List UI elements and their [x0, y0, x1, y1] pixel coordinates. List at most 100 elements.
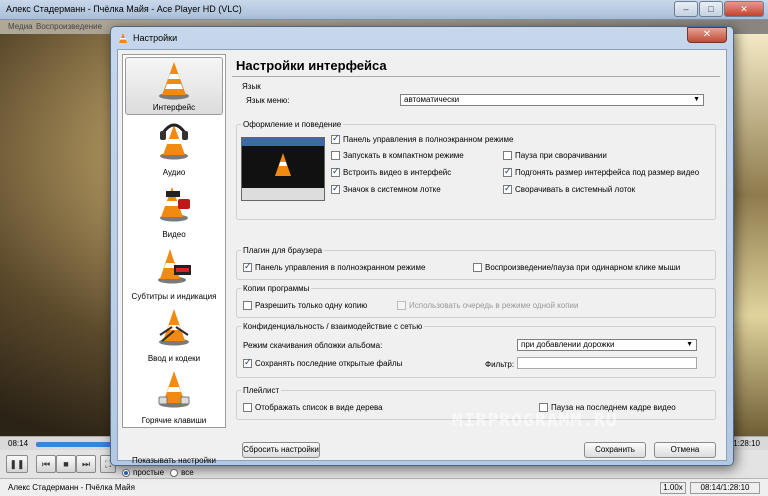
playlist-tree-checkbox[interactable]: Отображать список в виде дерева: [243, 403, 383, 413]
save-button[interactable]: Сохранить: [584, 442, 646, 458]
option-label: Использовать очередь в режиме одной копи…: [409, 301, 579, 310]
vlc-cone-icon: [275, 153, 291, 176]
option-label: Встроить видео в интерфейс: [343, 168, 452, 177]
option-label: Воспроизведение/пауза при одинарном клик…: [485, 263, 681, 272]
filter-input[interactable]: [517, 357, 697, 369]
status-bar: Алекс Стадерманн - Пчёлка Майя 1.00x 08:…: [0, 478, 768, 496]
menu-playback[interactable]: Воспроизведение: [36, 22, 102, 31]
vlc-cone-icon: [119, 33, 127, 43]
option-label: Отображать список в виде дерева: [255, 403, 383, 412]
dialog-body: Интерфейс Аудио Видео Субтитры и индикац…: [117, 49, 727, 477]
browser-plugin-group: Плагин для браузера Панель управления в …: [236, 246, 716, 280]
option-label: Панель управления в полноэкранном режиме: [343, 135, 514, 144]
look-option-embed-video[interactable]: Встроить видео в интерфейс: [331, 166, 452, 178]
reset-settings-button[interactable]: Сбросить настройки: [242, 442, 320, 458]
category-audio[interactable]: Аудио: [123, 117, 225, 179]
option-label: Подгонять размер интерфейса под размер в…: [515, 168, 700, 177]
hotkeys-cone-icon: [158, 371, 190, 408]
player-titlebar: Алекс Стадерманн - Пчёлка Майя - Ace Pla…: [0, 0, 768, 20]
language-value: автоматически: [404, 95, 460, 104]
menu-media[interactable]: Медиа: [8, 22, 33, 31]
option-label: Пауза при сворачивании: [515, 151, 607, 160]
show-all-label: все: [181, 468, 194, 477]
browser-click-pause-checkbox[interactable]: Воспроизведение/пауза при одинарном клик…: [473, 263, 681, 273]
playlist-group-title: Плейлист: [241, 386, 282, 395]
privacy-group: Конфиденциальность / взаимодействие с се…: [236, 322, 716, 378]
category-label: Субтитры и индикация: [131, 292, 217, 301]
instances-group-title: Копии программы: [241, 284, 312, 293]
category-interface[interactable]: Интерфейс: [125, 57, 223, 115]
show-all-radio[interactable]: все: [170, 468, 194, 477]
option-label: Сохранять последние открытые файлы: [255, 359, 403, 368]
chevron-down-icon: ▼: [693, 96, 700, 103]
status-text: Алекс Стадерманн - Пчёлка Майя: [8, 483, 135, 492]
category-label: Видео: [162, 230, 186, 239]
option-label: Запускать в компактном режиме: [343, 151, 464, 160]
album-art-label: Режим скачивания обложки альбома:: [243, 341, 383, 350]
dialog-title: Настройки: [133, 33, 178, 43]
option-label: Сворачивать в системный лоток: [515, 185, 636, 194]
one-instance-checkbox[interactable]: Разрешить только одну копию: [243, 301, 368, 311]
interface-settings-panel: Настройки интерфейса Язык Язык меню: авт…: [232, 54, 720, 428]
video-cone-icon: [160, 187, 190, 222]
player-title: Алекс Стадерманн - Пчёлка Майя - Ace Pla…: [6, 4, 242, 14]
show-simple-radio[interactable]: простые: [122, 468, 164, 477]
instances-group: Копии программы Разрешить только одну ко…: [236, 284, 716, 318]
category-video[interactable]: Видео: [123, 179, 225, 241]
stop-button[interactable]: ■: [56, 455, 76, 473]
category-hotkeys[interactable]: Горячие клавиши: [123, 365, 225, 427]
category-label: Горячие клавиши: [141, 416, 207, 425]
subtitles-cone-icon: [158, 249, 191, 284]
album-art-value: при добавлении дорожки: [521, 340, 615, 349]
album-art-select[interactable]: при добавлении дорожки ▼: [517, 339, 697, 351]
browser-fullscreen-panel-checkbox[interactable]: Панель управления в полноэкранном режиме: [243, 261, 426, 273]
show-simple-label: простые: [133, 468, 165, 477]
audio-cone-icon: [160, 123, 188, 160]
look-option-pause-minimize[interactable]: Пауза при сворачивании: [503, 151, 607, 161]
language-select[interactable]: автоматически ▼: [400, 94, 704, 106]
option-label: Панель управления в полноэкранном режиме: [255, 263, 426, 272]
interface-cone-icon: [159, 62, 189, 100]
category-label: Ввод и кодеки: [147, 354, 201, 363]
language-group: Язык Язык меню: автоматически ▼: [236, 82, 716, 106]
look-group-title: Оформление и поведение: [241, 120, 344, 129]
maximize-icon[interactable]: □: [699, 1, 723, 17]
recent-files-checkbox[interactable]: Сохранять последние открытые файлы: [243, 357, 403, 369]
language-group-title: Язык: [240, 82, 263, 91]
time-status: 08:14/1:28:10: [690, 482, 760, 494]
language-label: Язык меню:: [246, 96, 290, 105]
pause-button[interactable]: ❚❚: [6, 455, 28, 473]
settings-dialog: Настройки ✕ Интерфейс Аудио Видео Субтит…: [110, 26, 734, 477]
option-label: Значок в системном лотке: [343, 185, 441, 194]
minimize-icon[interactable]: –: [674, 1, 698, 17]
panel-title: Настройки интерфейса: [236, 58, 387, 73]
cancel-button[interactable]: Отмена: [654, 442, 716, 458]
speed-indicator[interactable]: 1.00x: [660, 482, 686, 494]
category-codecs[interactable]: Ввод и кодеки: [123, 303, 225, 365]
queue-instance-checkbox[interactable]: Использовать очередь в режиме одной копи…: [397, 301, 579, 311]
chevron-down-icon: ▼: [686, 341, 693, 348]
next-button[interactable]: ⏭: [76, 455, 96, 473]
browser-plugin-group-title: Плагин для браузера: [241, 246, 325, 255]
interface-preview-image: [241, 137, 325, 201]
look-option-compact-mode[interactable]: Запускать в компактном режиме: [331, 151, 464, 161]
watermark: MIRPROGRAMM.RU: [452, 410, 618, 431]
codecs-cone-icon: [159, 309, 189, 346]
look-group: Оформление и поведение Панель управления…: [236, 120, 716, 220]
dialog-close-button[interactable]: ✕: [687, 27, 727, 43]
show-settings-label: Показывать настройки: [132, 456, 217, 465]
category-list: Интерфейс Аудио Видео Субтитры и индикац…: [122, 54, 226, 428]
close-icon[interactable]: ✕: [724, 1, 764, 17]
current-time: 08:14: [8, 439, 29, 448]
option-label: Разрешить только одну копию: [255, 301, 368, 310]
category-subtitles[interactable]: Субтитры и индикация: [123, 241, 225, 303]
look-option-resize-to-video[interactable]: Подгонять размер интерфейса под размер в…: [503, 166, 700, 178]
look-option-fullscreen-panel[interactable]: Панель управления в полноэкранном режиме: [331, 133, 514, 145]
previous-button[interactable]: ⏮: [36, 455, 56, 473]
panel-divider: [232, 76, 720, 77]
category-label: Интерфейс: [152, 103, 196, 112]
look-option-tray-icon[interactable]: Значок в системном лотке: [331, 183, 441, 195]
filter-label: Фильтр:: [485, 360, 515, 369]
look-option-minimize-to-tray[interactable]: Сворачивать в системный лоток: [503, 183, 636, 195]
category-label: Аудио: [162, 168, 186, 177]
